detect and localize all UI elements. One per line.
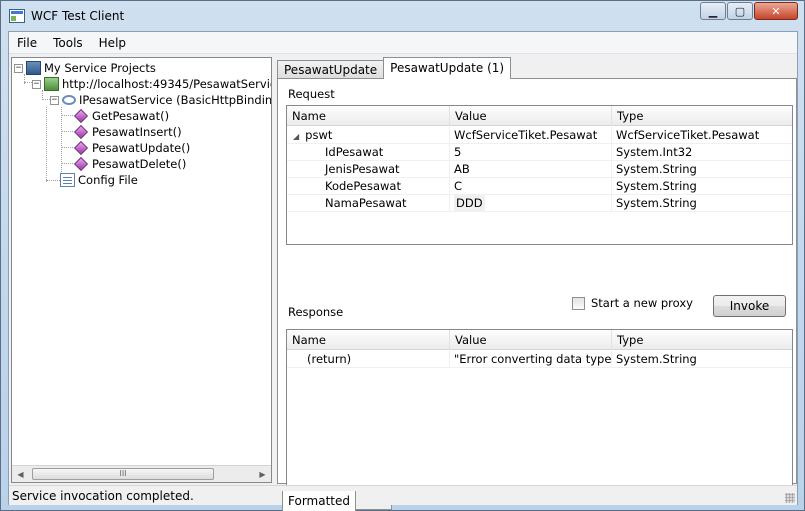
close-button[interactable]: ✕ xyxy=(754,2,798,20)
method-label: GetPesawat() xyxy=(92,109,170,123)
table-row[interactable]: (return) "Error converting data type var… xyxy=(287,351,792,368)
status-text: Service invocation completed. xyxy=(12,489,194,503)
invoke-button[interactable]: Invoke xyxy=(713,295,786,317)
scroll-left-icon[interactable]: ◀ xyxy=(12,466,29,482)
config-file-icon xyxy=(60,173,75,187)
param-type: System.Int32 xyxy=(612,144,792,161)
request-grid[interactable]: Name Value Type ◢ pswt WcfServiceTiket.Pe… xyxy=(286,105,793,245)
param-value-input[interactable]: C xyxy=(450,178,612,195)
column-name[interactable]: Name xyxy=(287,106,450,126)
method-icon xyxy=(73,156,89,172)
param-type: WcfServiceTiket.Pesawat xyxy=(612,127,792,144)
table-row[interactable]: NamaPesawat DDD System.String xyxy=(287,195,792,212)
param-type: System.String xyxy=(612,161,792,178)
tab-content: Request Name Value Type ◢ pswt WcfService… xyxy=(277,78,797,511)
menu-bar: File Tools Help xyxy=(9,32,797,54)
tab-pesawatupdate[interactable]: PesawatUpdate xyxy=(277,60,385,79)
param-name: IdPesawat xyxy=(287,144,450,161)
scroll-thumb[interactable]: III xyxy=(32,468,214,480)
table-row[interactable]: JenisPesawat AB System.String xyxy=(287,161,792,178)
method-icon xyxy=(73,108,89,124)
collapse-icon[interactable]: − xyxy=(14,63,23,73)
service-icon xyxy=(44,77,59,91)
resize-grip-icon[interactable] xyxy=(785,493,795,503)
config-file-label: Config File xyxy=(78,173,138,187)
param-value-input[interactable]: 5 xyxy=(450,144,612,161)
window-title: WCF Test Client xyxy=(31,9,125,23)
operation-pane: PesawatUpdate PesawatUpdate (1) Request … xyxy=(277,57,797,511)
minimize-button[interactable]: ▁ xyxy=(700,2,726,20)
operation-tabs: PesawatUpdate PesawatUpdate (1) xyxy=(277,57,512,79)
service-tree[interactable]: − My Service Projects − http://localhost… xyxy=(11,57,272,483)
tree-horizontal-scrollbar[interactable]: ◀ III ▶ xyxy=(12,465,271,482)
table-row[interactable]: IdPesawat 5 System.Int32 xyxy=(287,144,792,161)
method-label: PesawatUpdate() xyxy=(92,141,191,155)
response-grid[interactable]: Name Value Type (return) "Error converti… xyxy=(286,329,793,489)
param-name: JenisPesawat xyxy=(287,161,450,178)
expand-triangle-icon[interactable]: ◢ xyxy=(293,132,299,141)
tree-service[interactable]: − http://localhost:49345/PesawatService.… xyxy=(32,76,271,92)
app-window: WCF Test Client ▁ ▢ ✕ File Tools Help − … xyxy=(0,0,805,511)
client-area: File Tools Help − My Service Projects − xyxy=(8,31,798,511)
method-label: PesawatDelete() xyxy=(92,157,187,171)
app-icon xyxy=(9,9,25,23)
menu-file[interactable]: File xyxy=(9,33,45,53)
checkbox-icon[interactable] xyxy=(572,296,585,310)
column-value[interactable]: Value xyxy=(450,330,612,350)
return-value[interactable]: "Error converting data type varcha xyxy=(450,351,612,368)
collapse-icon[interactable]: − xyxy=(32,79,41,89)
param-value-input[interactable]: DDD xyxy=(450,195,612,212)
tree-root[interactable]: − My Service Projects xyxy=(14,60,156,76)
minimize-icon: ▁ xyxy=(708,4,718,18)
value-editor[interactable]: DDD xyxy=(454,195,485,211)
response-label: Response xyxy=(288,305,344,319)
tree-config-file[interactable]: Config File xyxy=(60,172,138,188)
column-name[interactable]: Name xyxy=(287,330,450,350)
projects-icon xyxy=(26,61,41,75)
table-row[interactable]: ◢ pswt WcfServiceTiket.Pesawat WcfService… xyxy=(287,127,792,144)
scroll-right-icon[interactable]: ▶ xyxy=(254,466,271,482)
param-value-input[interactable]: AB xyxy=(450,161,612,178)
interface-icon xyxy=(62,95,76,105)
param-name-text: pswt xyxy=(305,128,333,142)
param-name: NamaPesawat xyxy=(287,195,450,212)
close-icon: ✕ xyxy=(771,4,781,18)
tree-root-label: My Service Projects xyxy=(44,61,156,75)
column-value[interactable]: Value xyxy=(450,106,612,126)
param-name: ◢ pswt xyxy=(287,127,450,144)
tree-service-label: http://localhost:49345/PesawatService.sv xyxy=(62,77,271,91)
param-value: WcfServiceTiket.Pesawat xyxy=(450,127,612,144)
start-proxy-label: Start a new proxy xyxy=(591,296,693,310)
menu-help[interactable]: Help xyxy=(91,33,134,53)
column-type[interactable]: Type xyxy=(612,330,792,350)
start-proxy-checkbox[interactable]: Start a new proxy xyxy=(572,296,693,310)
tree-contract[interactable]: − IPesawatService (BasicHttpBinding_IP xyxy=(50,92,272,108)
tree-method-pesawatupdate[interactable]: PesawatUpdate() xyxy=(72,140,190,156)
tab-formatted[interactable]: Formatted xyxy=(282,491,356,511)
title-bar[interactable]: WCF Test Client ▁ ▢ ✕ xyxy=(1,1,804,31)
param-type: System.String xyxy=(612,195,792,212)
request-grid-header: Name Value Type xyxy=(287,106,792,126)
collapse-icon[interactable]: − xyxy=(50,95,59,105)
response-grid-header: Name Value Type xyxy=(287,330,792,350)
method-label: PesawatInsert() xyxy=(92,125,182,139)
status-bar: Service invocation completed. xyxy=(9,485,797,505)
method-icon xyxy=(73,140,89,156)
tree-method-getpesawat[interactable]: GetPesawat() xyxy=(72,108,169,124)
tree-method-pesawatinsert[interactable]: PesawatInsert() xyxy=(72,124,182,140)
tab-pesawatupdate-1[interactable]: PesawatUpdate (1) xyxy=(383,57,512,79)
menu-tools[interactable]: Tools xyxy=(45,33,91,53)
request-label: Request xyxy=(288,87,335,101)
column-type[interactable]: Type xyxy=(612,106,792,126)
return-name: (return) xyxy=(287,351,450,368)
tree-method-pesawatdelete[interactable]: PesawatDelete() xyxy=(72,156,186,172)
maximize-button[interactable]: ▢ xyxy=(727,2,753,20)
param-name: KodePesawat xyxy=(287,178,450,195)
tree-contract-label: IPesawatService (BasicHttpBinding_IP xyxy=(79,93,272,107)
table-row[interactable]: KodePesawat C System.String xyxy=(287,178,792,195)
maximize-icon: ▢ xyxy=(734,4,746,18)
return-type: System.String xyxy=(612,351,792,368)
method-icon xyxy=(73,124,89,140)
param-type: System.String xyxy=(612,178,792,195)
